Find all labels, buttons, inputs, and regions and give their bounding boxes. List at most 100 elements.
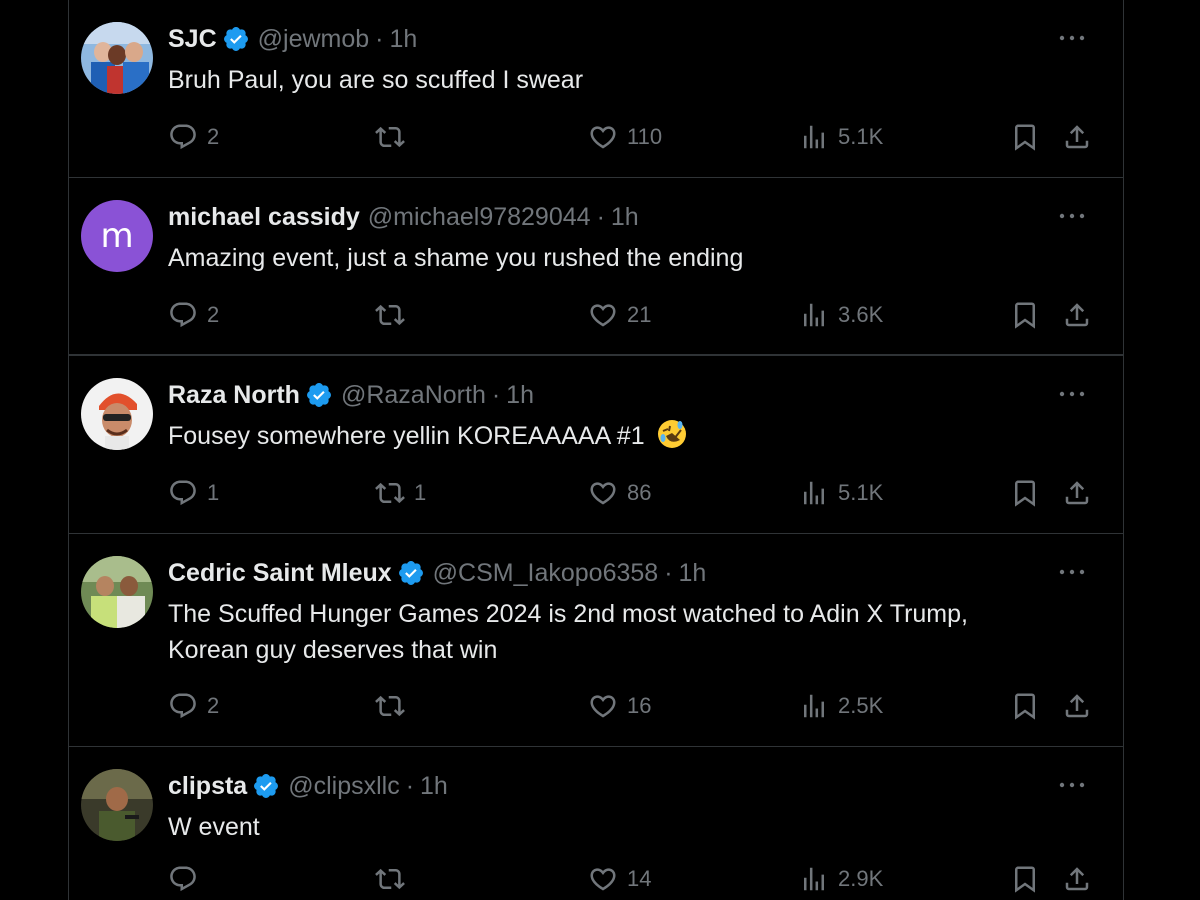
views-button[interactable]: 2.5K bbox=[799, 688, 883, 724]
share-button[interactable] bbox=[1062, 688, 1092, 724]
timestamp[interactable]: 1h bbox=[679, 558, 707, 588]
verified-badge-icon bbox=[222, 25, 250, 53]
tweet-header: clipsta @clipsxllc · 1h bbox=[168, 771, 448, 801]
separator-dot: · bbox=[375, 25, 384, 53]
views-icon bbox=[799, 300, 829, 330]
user-avatar[interactable] bbox=[81, 769, 153, 841]
more-icon[interactable] bbox=[1057, 26, 1087, 50]
user-handle[interactable]: @clipsxllc bbox=[288, 771, 400, 801]
reply-count: 2 bbox=[207, 693, 220, 718]
timestamp[interactable]: 1h bbox=[506, 380, 534, 410]
tweet-actions: 1 1 86 5.1K bbox=[168, 475, 1098, 511]
user-avatar[interactable] bbox=[81, 556, 153, 628]
tweet[interactable]: m michael cassidy @michael97829044 · 1h … bbox=[69, 178, 1123, 356]
bookmark-button[interactable] bbox=[1010, 475, 1040, 511]
views-button[interactable]: 2.9K bbox=[799, 861, 883, 897]
heart-icon bbox=[588, 122, 618, 152]
tweet[interactable]: Raza North @RazaNorth · 1h Fousey somewh… bbox=[69, 356, 1123, 534]
reply-button[interactable]: 2 bbox=[168, 119, 219, 155]
tweet-header: Raza North @RazaNorth · 1h bbox=[168, 380, 534, 410]
reply-button[interactable] bbox=[168, 861, 207, 897]
bookmark-button[interactable] bbox=[1010, 688, 1040, 724]
retweet-icon bbox=[375, 691, 405, 721]
retweet-icon bbox=[375, 864, 405, 894]
bookmark-icon bbox=[1010, 864, 1040, 894]
timestamp[interactable]: 1h bbox=[611, 202, 639, 232]
retweet-button[interactable] bbox=[375, 861, 414, 897]
timeline: SJC @jewmob · 1h Bruh Paul, you are so s… bbox=[68, 0, 1124, 900]
user-handle[interactable]: @RazaNorth bbox=[341, 380, 486, 410]
tweet-text: Bruh Paul, you are so scuffed I swear bbox=[168, 66, 584, 94]
rolling-on-floor-laughing-emoji bbox=[656, 418, 688, 450]
tweet[interactable]: clipsta @clipsxllc · 1h W event 14 2.9K bbox=[69, 747, 1123, 900]
user-handle[interactable]: @jewmob bbox=[258, 24, 370, 54]
retweet-button[interactable] bbox=[375, 119, 414, 155]
bookmark-icon bbox=[1010, 478, 1040, 508]
more-icon[interactable] bbox=[1057, 560, 1087, 584]
display-name[interactable]: Cedric Saint Mleux bbox=[168, 558, 392, 588]
tweet-actions: 2 16 2.5K bbox=[168, 688, 1098, 724]
more-icon[interactable] bbox=[1057, 204, 1087, 228]
share-button[interactable] bbox=[1062, 119, 1092, 155]
like-button[interactable]: 110 bbox=[588, 119, 662, 155]
user-avatar[interactable]: m bbox=[81, 200, 153, 272]
bookmark-button[interactable] bbox=[1010, 861, 1040, 897]
share-button[interactable] bbox=[1062, 861, 1092, 897]
user-avatar[interactable] bbox=[81, 22, 153, 94]
like-button[interactable]: 16 bbox=[588, 688, 651, 724]
user-avatar[interactable] bbox=[81, 378, 153, 450]
reply-button[interactable]: 2 bbox=[168, 688, 219, 724]
display-name[interactable]: SJC bbox=[168, 24, 217, 54]
share-icon bbox=[1062, 300, 1092, 330]
reply-count: 2 bbox=[207, 302, 220, 327]
views-icon bbox=[799, 691, 829, 721]
tweet[interactable]: SJC @jewmob · 1h Bruh Paul, you are so s… bbox=[69, 0, 1123, 178]
more-icon[interactable] bbox=[1057, 773, 1087, 797]
like-button[interactable]: 86 bbox=[588, 475, 651, 511]
avatar-letter: m bbox=[100, 216, 134, 256]
retweet-button[interactable] bbox=[375, 688, 414, 724]
tweet[interactable]: Cedric Saint Mleux @CSM_Iakopo6358 · 1h … bbox=[69, 534, 1123, 747]
bookmark-button[interactable] bbox=[1010, 297, 1040, 333]
share-button[interactable] bbox=[1062, 297, 1092, 333]
tweet-text-line: The Scuffed Hunger Games 2024 is 2nd mos… bbox=[168, 600, 968, 628]
view-count: 5.1K bbox=[838, 480, 884, 505]
reply-icon bbox=[168, 300, 198, 330]
view-count: 3.6K bbox=[838, 302, 884, 327]
views-button[interactable]: 5.1K bbox=[799, 475, 883, 511]
reply-button[interactable]: 1 bbox=[168, 475, 219, 511]
like-button[interactable]: 14 bbox=[588, 861, 651, 897]
separator-dot: · bbox=[664, 559, 673, 587]
bookmark-button[interactable] bbox=[1010, 119, 1040, 155]
like-count: 21 bbox=[627, 302, 652, 327]
retweet-button[interactable]: 1 bbox=[375, 475, 426, 511]
tweet-text: W event bbox=[168, 813, 260, 841]
share-button[interactable] bbox=[1062, 475, 1092, 511]
user-handle[interactable]: @michael97829044 bbox=[368, 202, 591, 232]
retweet-count: 1 bbox=[414, 480, 427, 505]
reply-count: 1 bbox=[207, 480, 220, 505]
views-button[interactable]: 3.6K bbox=[799, 297, 883, 333]
like-count: 16 bbox=[627, 693, 652, 718]
tweet-text-content: Fousey somewhere yellin KOREAAAAA #1 bbox=[168, 422, 645, 450]
timestamp[interactable]: 1h bbox=[390, 24, 418, 54]
views-icon bbox=[799, 478, 829, 508]
heart-icon bbox=[588, 864, 618, 894]
user-handle[interactable]: @CSM_Iakopo6358 bbox=[433, 558, 659, 588]
display-name[interactable]: michael cassidy bbox=[168, 202, 360, 232]
retweet-button[interactable] bbox=[375, 297, 414, 333]
display-name[interactable]: Raza North bbox=[168, 380, 300, 410]
bookmark-icon bbox=[1010, 122, 1040, 152]
verified-badge-icon bbox=[305, 381, 333, 409]
tweet-actions: 2 21 3.6K bbox=[168, 297, 1098, 333]
more-icon[interactable] bbox=[1057, 382, 1087, 406]
tweet-text: Amazing event, just a shame you rushed t… bbox=[168, 244, 744, 272]
like-button[interactable]: 21 bbox=[588, 297, 651, 333]
display-name[interactable]: clipsta bbox=[168, 771, 247, 801]
share-icon bbox=[1062, 864, 1092, 894]
reply-button[interactable]: 2 bbox=[168, 297, 219, 333]
verified-badge-icon bbox=[397, 559, 425, 587]
views-button[interactable]: 5.1K bbox=[799, 119, 883, 155]
views-icon bbox=[799, 864, 829, 894]
timestamp[interactable]: 1h bbox=[420, 771, 448, 801]
